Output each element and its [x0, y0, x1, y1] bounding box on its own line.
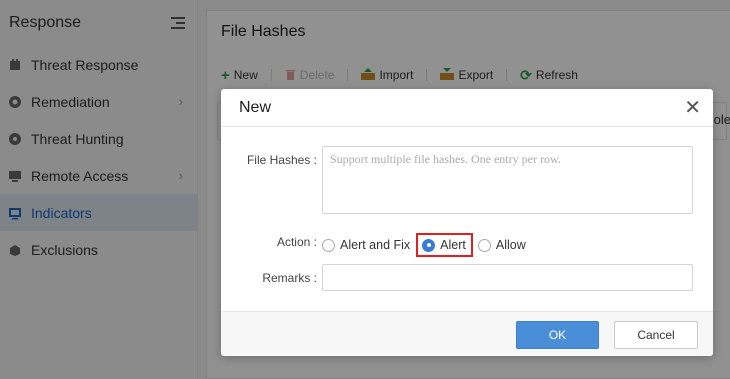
remarks-input[interactable] — [322, 264, 693, 291]
dialog-footer: OK Cancel — [221, 311, 713, 356]
close-icon[interactable]: ✕ — [684, 98, 701, 118]
action-radio-group: Alert and Fix Alert Allow — [322, 233, 526, 257]
radio-button[interactable] — [322, 238, 335, 252]
radio-alert[interactable]: Alert — [416, 233, 473, 257]
new-file-hash-dialog: New ✕ File Hashes : Action : Alert and F… — [221, 89, 713, 356]
remarks-label: Remarks : — [262, 271, 317, 285]
radio-label: Alert and Fix — [340, 238, 411, 252]
cancel-button[interactable]: Cancel — [614, 321, 698, 349]
file-hashes-input[interactable] — [322, 146, 693, 214]
radio-label: Allow — [495, 238, 526, 252]
radio-button[interactable] — [422, 238, 436, 252]
action-label: Action : — [276, 235, 317, 249]
dialog-title: New — [239, 98, 272, 116]
radio-allow[interactable]: Allow — [477, 234, 526, 256]
radio-label: Alert — [440, 238, 466, 252]
file-hashes-label: File Hashes : — [246, 153, 317, 167]
radio-alert-and-fix[interactable]: Alert and Fix — [322, 234, 410, 256]
dialog-header: New ✕ — [221, 89, 713, 127]
ok-button[interactable]: OK — [516, 321, 599, 349]
radio-button[interactable] — [477, 238, 491, 252]
